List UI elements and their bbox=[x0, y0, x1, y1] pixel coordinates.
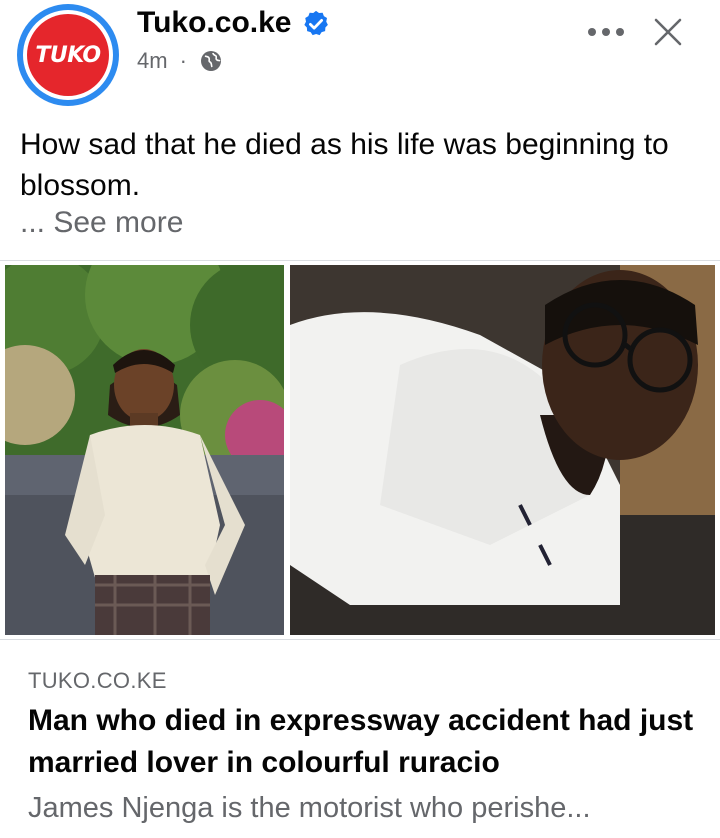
avatar-logo-text: TUKO bbox=[35, 42, 101, 68]
photo-man-outdoors bbox=[5, 265, 284, 635]
photo-man-glasses bbox=[290, 265, 715, 635]
post-timestamp[interactable]: 4m bbox=[137, 48, 168, 74]
link-domain: TUKO.CO.KE bbox=[28, 668, 167, 693]
post-meta: 4m · bbox=[137, 48, 223, 74]
link-preview-image[interactable] bbox=[0, 260, 720, 640]
post-header: TUKO Tuko.co.ke 4m · bbox=[0, 0, 720, 112]
link-description: James Njenga is the motorist who perishe… bbox=[28, 792, 591, 824]
page-name-link[interactable]: Tuko.co.ke bbox=[137, 6, 331, 40]
page-name[interactable]: Tuko.co.ke bbox=[137, 6, 291, 40]
meta-separator: · bbox=[179, 48, 187, 73]
see-more-link[interactable]: ... See more bbox=[20, 206, 183, 240]
globe-icon bbox=[200, 51, 221, 71]
more-options-icon[interactable] bbox=[586, 20, 626, 44]
verified-badge-icon bbox=[304, 10, 329, 36]
close-icon[interactable] bbox=[652, 16, 684, 48]
link-headline[interactable]: Man who died in expressway accident had … bbox=[28, 700, 708, 784]
page-avatar[interactable]: TUKO bbox=[17, 4, 119, 106]
post-text: How sad that he died as his life was beg… bbox=[20, 128, 669, 202]
link-preview-card[interactable]: TUKO.CO.KE Man who died in expressway ac… bbox=[0, 640, 720, 838]
